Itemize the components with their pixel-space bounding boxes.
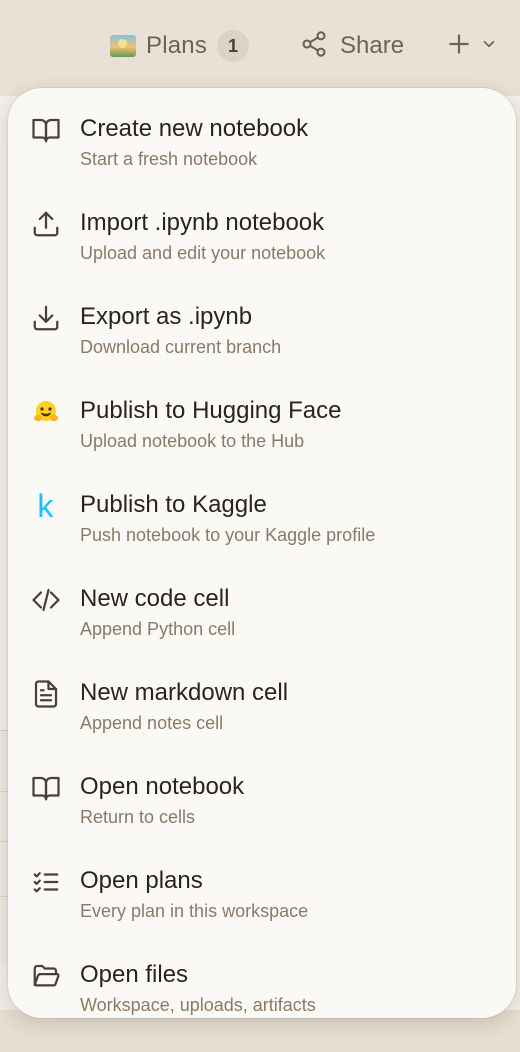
document-icon — [30, 678, 62, 710]
plus-icon — [446, 31, 472, 62]
kaggle-icon: k — [30, 490, 62, 522]
menu-item-open-files[interactable]: Open files Workspace, uploads, artifacts — [8, 934, 516, 1028]
menu-item-title: New code cell — [80, 585, 230, 612]
folder-open-icon — [30, 960, 62, 992]
menu-item-new-markdown-cell[interactable]: New markdown cell Append notes cell — [8, 652, 516, 746]
menu-item-title: Import .ipynb notebook — [80, 209, 325, 236]
code-icon — [30, 584, 62, 616]
menu-item-title: Export as .ipynb — [80, 303, 253, 330]
share-label: Share — [340, 32, 405, 59]
menu-item-subtitle: Upload and edit your notebook — [80, 243, 326, 263]
menu-item-subtitle: Download current branch — [80, 337, 282, 357]
add-dropdown-menu: Create new notebook Start a fresh notebo… — [8, 88, 516, 1018]
share-icon — [300, 30, 328, 63]
map-emoji-icon — [110, 35, 136, 57]
menu-item-subtitle: Every plan in this workspace — [80, 901, 309, 921]
menu-item-create-notebook[interactable]: Create new notebook Start a fresh notebo… — [8, 88, 516, 182]
menu-item-subtitle: Return to cells — [80, 807, 196, 827]
chevron-down-icon — [480, 35, 498, 58]
download-icon — [30, 302, 62, 334]
menu-item-subtitle: Append notes cell — [80, 713, 224, 733]
menu-item-subtitle: Start a fresh notebook — [80, 149, 258, 169]
menu-item-title: Open notebook — [80, 773, 245, 800]
menu-item-publish-hugging-face[interactable]: Publish to Hugging Face Upload notebook … — [8, 370, 516, 464]
menu-item-export-notebook[interactable]: Export as .ipynb Download current branch — [8, 276, 516, 370]
menu-item-subtitle: Upload notebook to the Hub — [80, 431, 305, 451]
menu-item-title: Publish to Kaggle — [80, 491, 267, 518]
top-toolbar: Plans 1 Share — [0, 0, 520, 92]
menu-item-title: Publish to Hugging Face — [80, 397, 342, 424]
menu-item-title: Create new notebook — [80, 115, 309, 142]
menu-item-import-notebook[interactable]: Import .ipynb notebook Upload and edit y… — [8, 182, 516, 276]
hugging-face-icon — [30, 396, 62, 428]
menu-item-subtitle: Append Python cell — [80, 619, 236, 639]
upload-icon — [30, 208, 62, 240]
plans-button[interactable]: Plans 1 — [110, 26, 250, 66]
share-button[interactable]: Share — [300, 26, 404, 66]
menu-item-title: Open plans — [80, 867, 203, 894]
menu-item-new-code-cell[interactable]: New code cell Append Python cell — [8, 558, 516, 652]
menu-item-title: Open files — [80, 961, 189, 988]
menu-item-subtitle: Workspace, uploads, artifacts — [80, 995, 316, 1015]
plans-count-badge: 1 — [217, 30, 250, 62]
svg-text:k: k — [37, 490, 54, 522]
menu-item-publish-kaggle[interactable]: k Publish to Kaggle Push notebook to you… — [8, 464, 516, 558]
checklist-icon — [30, 866, 62, 898]
plans-label: Plans — [146, 32, 208, 59]
book-open-icon — [30, 772, 62, 804]
menu-item-title: New markdown cell — [80, 679, 289, 706]
menu-item-open-plans[interactable]: Open plans Every plan in this workspace — [8, 840, 516, 934]
add-menu-button[interactable] — [446, 28, 498, 64]
menu-item-subtitle: Push notebook to your Kaggle profile — [80, 525, 376, 545]
menu-item-open-notebook[interactable]: Open notebook Return to cells — [8, 746, 516, 840]
book-open-icon — [30, 114, 62, 146]
